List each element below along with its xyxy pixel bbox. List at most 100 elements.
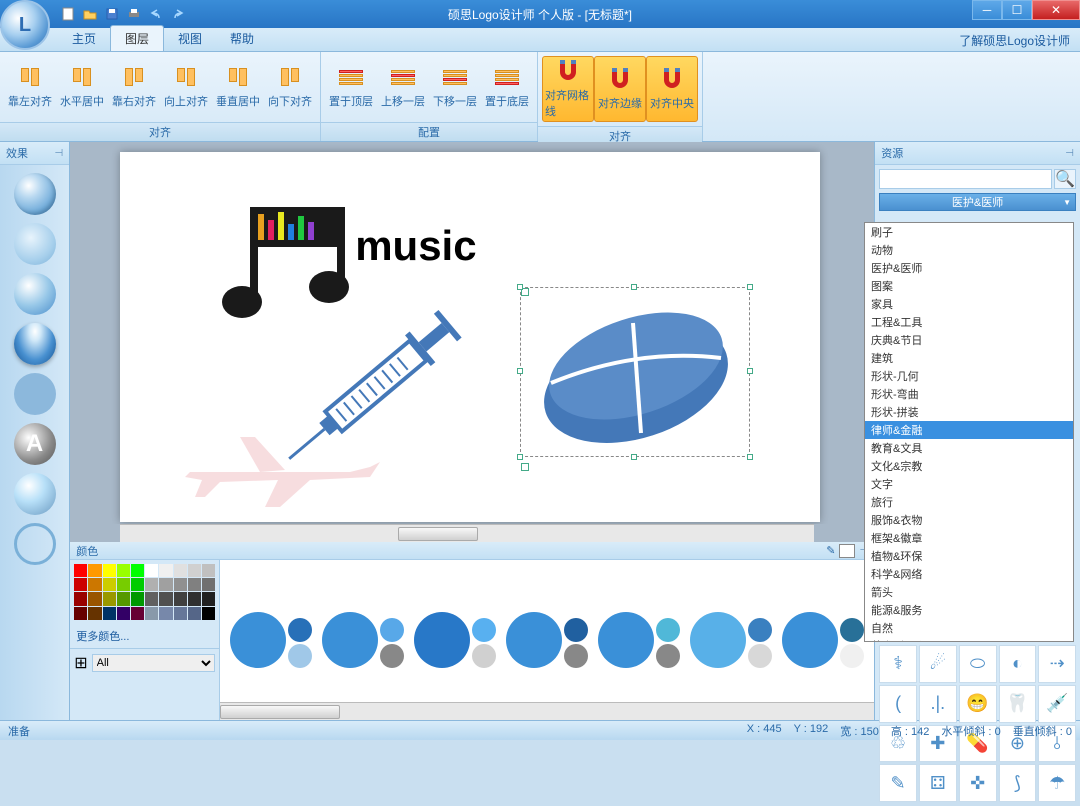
resource-item[interactable]: ◐ <box>999 645 1037 683</box>
color-swatch[interactable] <box>88 564 101 577</box>
effect-style-text[interactable]: A <box>14 423 56 465</box>
resource-item[interactable]: ( <box>879 685 917 723</box>
pin-icon[interactable]: ⊣ <box>1065 148 1074 159</box>
align-left-button[interactable]: 靠左对齐 <box>4 56 56 118</box>
color-swatch[interactable] <box>117 592 130 605</box>
category-dropdown[interactable]: 医护&医师 <box>879 193 1076 211</box>
color-swatch[interactable] <box>174 578 187 591</box>
maximize-button[interactable]: ☐ <box>1002 0 1032 20</box>
resource-item[interactable]: ⟆ <box>999 764 1037 802</box>
color-swatch[interactable] <box>145 607 158 620</box>
color-swatch[interactable] <box>202 564 215 577</box>
color-swatch[interactable] <box>117 564 130 577</box>
color-swatch[interactable] <box>74 564 87 577</box>
eyedropper-icon[interactable]: ✎ <box>826 544 835 557</box>
align-top-button[interactable]: 向上对齐 <box>160 56 212 118</box>
dropdown-item[interactable]: 动物 <box>865 241 1073 259</box>
resource-item[interactable]: 🦷 <box>999 685 1037 723</box>
resource-item[interactable]: 😁 <box>959 685 997 723</box>
canvas[interactable]: music <box>120 152 820 522</box>
dropdown-item[interactable]: 自然 <box>865 619 1073 637</box>
filter-select[interactable]: All <box>92 654 216 672</box>
plane-shape[interactable] <box>170 422 390 512</box>
undo-button[interactable] <box>146 4 166 24</box>
scheme-hscrollbar[interactable] <box>220 702 874 720</box>
color-swatch[interactable] <box>188 592 201 605</box>
resource-item[interactable]: ⚕ <box>879 645 917 683</box>
bring-front-button[interactable]: 置于顶层 <box>325 56 377 118</box>
color-swatch[interactable] <box>103 592 116 605</box>
color-swatch[interactable] <box>103 564 116 577</box>
resource-item[interactable]: ✎ <box>879 764 917 802</box>
resource-search-input[interactable] <box>879 169 1052 189</box>
color-swatch[interactable] <box>188 578 201 591</box>
effect-style-4[interactable] <box>14 323 56 365</box>
about-link[interactable]: 了解硕思Logo设计师 <box>959 32 1070 49</box>
color-swatch[interactable] <box>174 607 187 620</box>
dropdown-item[interactable]: 旅行 <box>865 493 1073 511</box>
effect-style-2[interactable] <box>14 223 56 265</box>
effect-style-8[interactable] <box>14 523 56 565</box>
dropdown-item[interactable]: 形状-弯曲 <box>865 385 1073 403</box>
align-vcenter-button[interactable]: 垂直居中 <box>212 56 264 118</box>
resource-item[interactable]: ☂ <box>1038 764 1076 802</box>
align-hcenter-button[interactable]: 水平居中 <box>56 56 108 118</box>
resource-item[interactable]: ⇢ <box>1038 645 1076 683</box>
color-swatch[interactable] <box>88 592 101 605</box>
new-doc-button[interactable] <box>58 4 78 24</box>
resource-item[interactable]: 💉 <box>1038 685 1076 723</box>
color-scheme[interactable] <box>322 612 404 668</box>
color-swatch[interactable] <box>145 564 158 577</box>
dropdown-item[interactable]: 形状-几何 <box>865 367 1073 385</box>
dropdown-item[interactable]: 刷子 <box>865 223 1073 241</box>
send-back-button[interactable]: 置于底层 <box>481 56 533 118</box>
color-swatch[interactable] <box>74 578 87 591</box>
color-swatch[interactable] <box>88 578 101 591</box>
dropdown-item[interactable]: 服饰&衣物 <box>865 511 1073 529</box>
move-down-button[interactable]: 下移一层 <box>429 56 481 118</box>
color-scheme[interactable] <box>414 612 496 668</box>
save-button[interactable] <box>102 4 122 24</box>
color-swatch[interactable] <box>131 564 144 577</box>
color-scheme[interactable] <box>782 612 864 668</box>
dropdown-item[interactable]: 科学&网络 <box>865 565 1073 583</box>
color-swatch[interactable] <box>159 592 172 605</box>
app-menu-button[interactable]: L <box>0 0 50 50</box>
category-dropdown-list[interactable]: 刷子动物医护&医师图案家具工程&工具庆典&节日建筑形状-几何形状-弯曲形状-拼装… <box>864 222 1074 642</box>
color-swatch[interactable] <box>159 607 172 620</box>
color-swatch[interactable] <box>74 607 87 620</box>
color-swatch[interactable] <box>131 607 144 620</box>
color-scheme[interactable] <box>506 612 588 668</box>
effect-style-1[interactable] <box>14 173 56 215</box>
color-swatch[interactable] <box>74 592 87 605</box>
dropdown-item[interactable]: 能源&服务 <box>865 601 1073 619</box>
dropdown-item[interactable]: 工程&工具 <box>865 313 1073 331</box>
dropdown-item[interactable]: 文化&宗教 <box>865 457 1073 475</box>
color-swatch[interactable] <box>188 607 201 620</box>
resource-item[interactable]: ☄ <box>919 645 957 683</box>
color-swatch[interactable] <box>202 578 215 591</box>
redo-button[interactable] <box>168 4 188 24</box>
color-swatch[interactable] <box>174 564 187 577</box>
snap-grid-button[interactable]: 对齐网格线 <box>542 56 594 122</box>
search-button[interactable]: 🔍 <box>1054 169 1076 189</box>
open-button[interactable] <box>80 4 100 24</box>
effect-style-5[interactable] <box>14 373 56 415</box>
dropdown-item[interactable]: 家具 <box>865 295 1073 313</box>
color-swatch[interactable] <box>202 592 215 605</box>
selection-box[interactable] <box>520 287 750 457</box>
effect-style-3[interactable] <box>14 273 56 315</box>
dropdown-item[interactable]: 律师&金融 <box>865 421 1073 439</box>
dropdown-item[interactable]: 图案 <box>865 277 1073 295</box>
color-swatch[interactable] <box>117 578 130 591</box>
dropdown-item[interactable]: 医护&医师 <box>865 259 1073 277</box>
align-right-button[interactable]: 靠右对齐 <box>108 56 160 118</box>
resource-item[interactable]: .|. <box>919 685 957 723</box>
color-swatch[interactable] <box>159 564 172 577</box>
color-swatch[interactable] <box>88 607 101 620</box>
dropdown-item[interactable]: 文字 <box>865 475 1073 493</box>
canvas-viewport[interactable]: music <box>70 142 874 524</box>
color-swatch[interactable] <box>174 592 187 605</box>
pin-icon[interactable]: ⊣ <box>54 148 63 159</box>
dropdown-item[interactable]: 形状-拼装 <box>865 403 1073 421</box>
